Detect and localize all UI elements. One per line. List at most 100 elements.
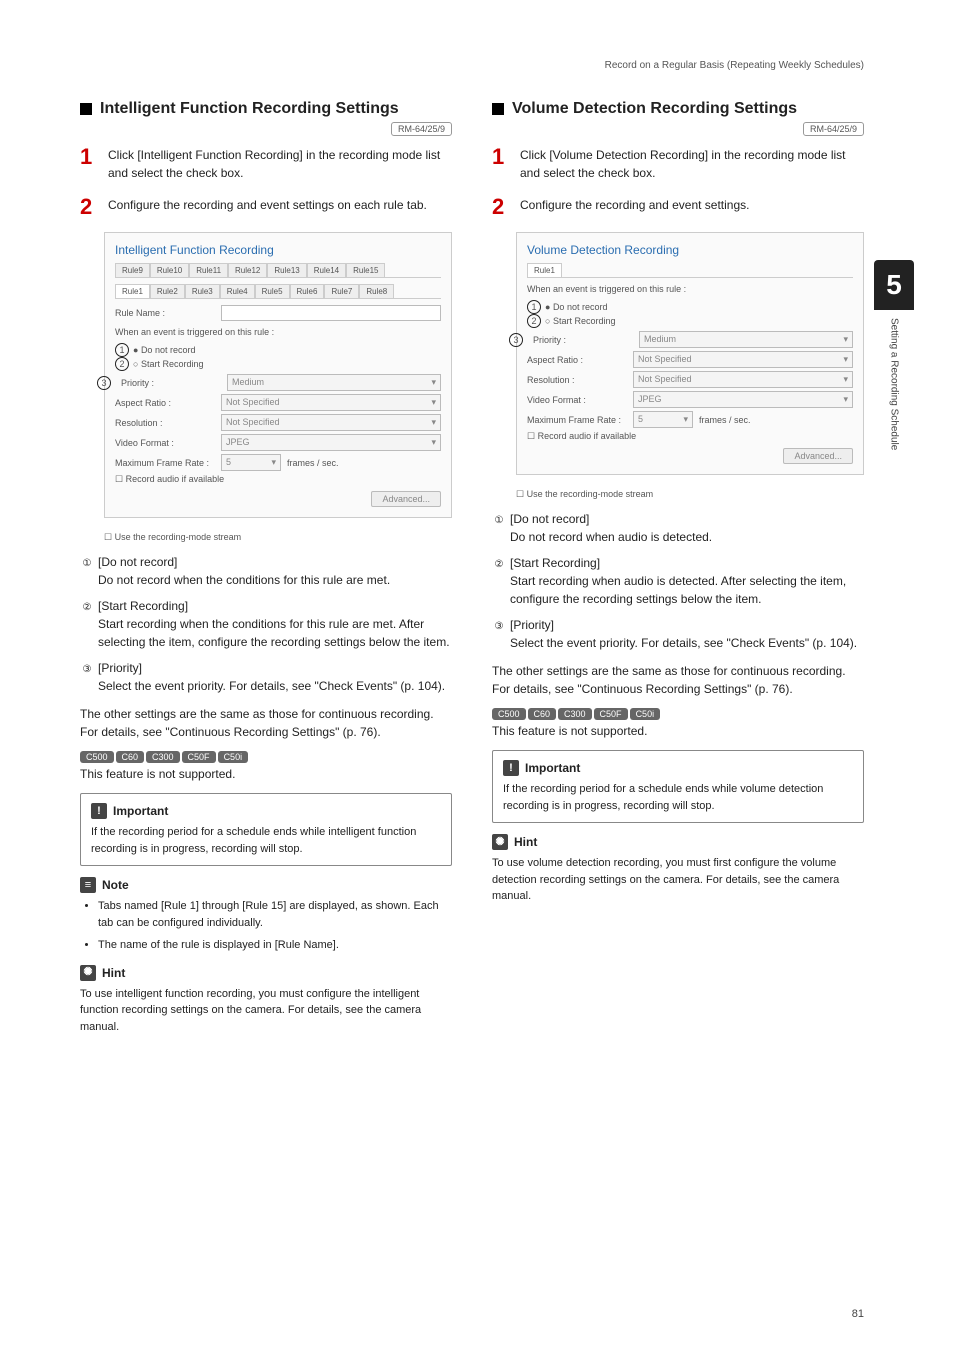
rule-tab[interactable]: Rule5 — [255, 284, 290, 298]
step-number: 2 — [492, 196, 510, 218]
videoformat-label: Video Format : — [115, 438, 215, 448]
not-supported-text: This feature is not supported. — [492, 722, 864, 740]
other-settings-para: The other settings are the same as those… — [80, 705, 452, 741]
rule-tab[interactable]: Rule13 — [267, 263, 306, 277]
note-item: Tabs named [Rule 1] through [Rule 15] ar… — [98, 898, 452, 931]
heading-text: Volume Detection Recording Settings — [512, 100, 797, 118]
model-badge: C300 — [146, 751, 180, 763]
model-badge: C500 — [492, 708, 526, 720]
maxframerate-select[interactable]: 5▾ — [221, 454, 281, 471]
rule-tab[interactable]: Rule10 — [150, 263, 189, 277]
model-badge: RM-64/25/9 — [803, 122, 864, 136]
model-badge: C50F — [594, 708, 628, 720]
square-bullet-icon — [492, 103, 504, 115]
rule-tab[interactable]: Rule7 — [324, 284, 359, 298]
left-column: Intelligent Function Recording Settings … — [80, 100, 452, 1045]
maxframerate-select[interactable]: 5▾ — [633, 411, 693, 428]
radio-start-recording[interactable]: 2Start Recording — [115, 357, 441, 371]
rule-tab-active[interactable]: Rule1 — [115, 284, 150, 298]
section-heading-volume: Volume Detection Recording Settings — [492, 100, 864, 118]
page-header-breadcrumb: Record on a Regular Basis (Repeating Wee… — [605, 60, 864, 71]
maxframerate-label: Maximum Frame Rate : — [115, 458, 215, 468]
step-2: 2 Configure the recording and event sett… — [80, 196, 452, 218]
use-stream-checkbox[interactable]: ☐ Use the recording-mode stream — [516, 489, 864, 500]
rule-tab-active[interactable]: Rule1 — [527, 263, 562, 277]
priority-select[interactable]: Medium▾ — [227, 374, 441, 391]
rule-tab[interactable]: Rule14 — [307, 263, 346, 277]
resolution-label: Resolution : — [115, 418, 215, 428]
screenshot-title: Volume Detection Recording — [527, 243, 853, 257]
model-badge: RM-64/25/9 — [391, 122, 452, 136]
model-badge: C500 — [80, 751, 114, 763]
rule-tab[interactable]: Rule9 — [115, 263, 150, 277]
step-text: Configure the recording and event settin… — [520, 196, 864, 218]
step-text: Click [Volume Detection Recording] in th… — [520, 146, 864, 182]
not-supported-text: This feature is not supported. — [80, 765, 452, 783]
resolution-select[interactable]: Not Specified▾ — [633, 371, 853, 388]
use-stream-checkbox[interactable]: ☐ Use the recording-mode stream — [104, 532, 452, 543]
priority-label: Priority : — [121, 378, 221, 388]
rule-tab[interactable]: Rule6 — [290, 284, 325, 298]
rule-tabs: Rule1 — [527, 263, 853, 278]
radio-start-recording[interactable]: 2Start Recording — [527, 314, 853, 328]
hint-icon: ✺ — [492, 834, 508, 850]
aspect-label: Aspect Ratio : — [115, 398, 215, 408]
rule-tab[interactable]: Rule4 — [220, 284, 255, 298]
aspect-select[interactable]: Not Specified▾ — [221, 394, 441, 411]
fps-unit: frames / sec. — [287, 458, 339, 468]
important-icon: ! — [503, 760, 519, 776]
chapter-number: 5 — [874, 260, 914, 310]
aspect-select[interactable]: Not Specified▾ — [633, 351, 853, 368]
priority-select[interactable]: Medium▾ — [639, 331, 853, 348]
square-bullet-icon — [80, 103, 92, 115]
record-audio-checkbox[interactable]: ☐ Record audio if available — [527, 431, 853, 442]
rule-tab[interactable]: Rule2 — [150, 284, 185, 298]
hint-body: To use volume detection recording, you m… — [492, 855, 864, 905]
model-badges: C500 C60 C300 C50F C50i — [492, 708, 864, 720]
model-badge: C300 — [558, 708, 592, 720]
model-badge: C60 — [116, 751, 145, 763]
important-body: If the recording period for a schedule e… — [91, 824, 441, 857]
step-2: 2 Configure the recording and event sett… — [492, 196, 864, 218]
other-settings-para: The other settings are the same as those… — [492, 662, 864, 698]
advanced-button[interactable]: Advanced... — [783, 448, 853, 464]
trigger-label: When an event is triggered on this rule … — [115, 327, 441, 337]
important-box: !Important If the recording period for a… — [80, 793, 452, 866]
videoformat-select[interactable]: JPEG▾ — [633, 391, 853, 408]
advanced-button[interactable]: Advanced... — [371, 491, 441, 507]
important-icon: ! — [91, 803, 107, 819]
rule-name-input[interactable] — [221, 305, 441, 321]
note-icon: ≡ — [80, 877, 96, 893]
screenshot-title: Intelligent Function Recording — [115, 243, 441, 257]
videoformat-label: Video Format : — [527, 395, 627, 405]
fps-unit: frames / sec. — [699, 415, 751, 425]
rule-tab[interactable]: Rule3 — [185, 284, 220, 298]
rule-tab[interactable]: Rule12 — [228, 263, 267, 277]
rule-tab[interactable]: Rule8 — [359, 284, 394, 298]
hint-body: To use intelligent function recording, y… — [80, 986, 452, 1036]
model-badge: C60 — [528, 708, 557, 720]
radio-do-not-record[interactable]: 1Do not record — [115, 343, 441, 357]
important-body: If the recording period for a schedule e… — [503, 781, 853, 814]
important-box: !Important If the recording period for a… — [492, 750, 864, 823]
record-audio-checkbox[interactable]: ☐ Record audio if available — [115, 474, 441, 485]
right-column: Volume Detection Recording Settings RM-6… — [492, 100, 864, 1045]
legend-list: ①[Do not record]Do not record when the c… — [80, 553, 452, 695]
videoformat-select[interactable]: JPEG▾ — [221, 434, 441, 451]
step-text: Click [Intelligent Function Recording] i… — [108, 146, 452, 182]
rule-tabs-row-bottom: Rule1 Rule2 Rule3 Rule4 Rule5 Rule6 Rule… — [115, 284, 441, 299]
rule-tab[interactable]: Rule15 — [346, 263, 385, 277]
note-item: The name of the rule is displayed in [Ru… — [98, 937, 452, 954]
rule-name-label: Rule Name : — [115, 308, 215, 318]
step-number: 1 — [80, 146, 98, 182]
resolution-label: Resolution : — [527, 375, 627, 385]
aspect-label: Aspect Ratio : — [527, 355, 627, 365]
radio-do-not-record[interactable]: 1Do not record — [527, 300, 853, 314]
section-heading-intelligent: Intelligent Function Recording Settings — [80, 100, 452, 118]
rule-tab[interactable]: Rule11 — [189, 263, 228, 277]
chapter-tab: 5 Setting a Recording Schedule — [874, 260, 914, 450]
resolution-select[interactable]: Not Specified▾ — [221, 414, 441, 431]
model-badges: C500 C60 C300 C50F C50i — [80, 751, 452, 763]
maxframerate-label: Maximum Frame Rate : — [527, 415, 627, 425]
trigger-label: When an event is triggered on this rule … — [527, 284, 853, 294]
